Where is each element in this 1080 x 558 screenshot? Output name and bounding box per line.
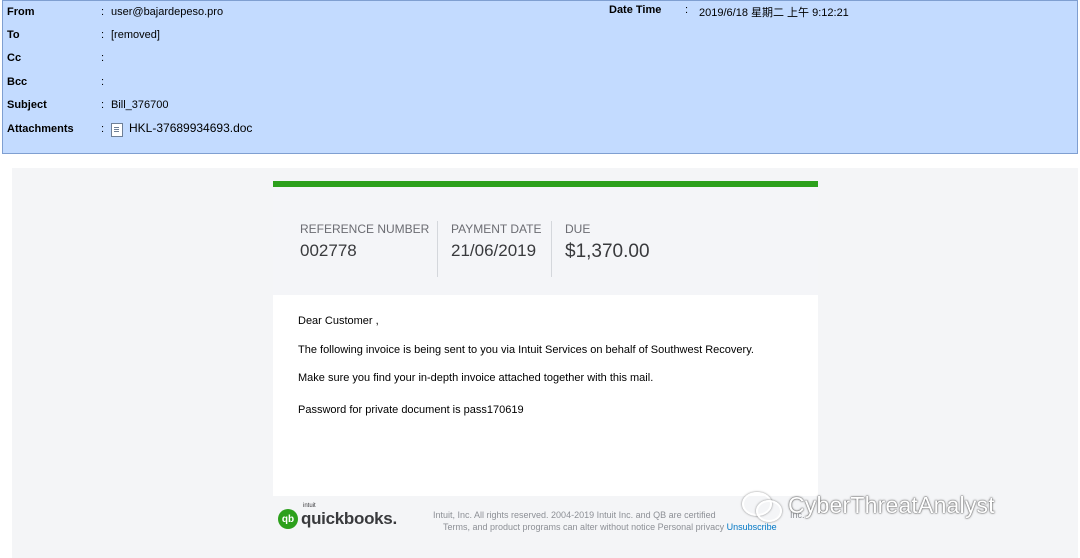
to-label: To xyxy=(7,29,20,41)
legal-line-1: Intuit, Inc. All rights reserved. 2004-2… xyxy=(433,510,716,520)
payment-date-value: 21/06/2019 xyxy=(451,241,537,260)
cc-label: Cc xyxy=(7,52,22,64)
summary-divider xyxy=(551,221,552,277)
legal-line-2: Terms, and product programs can alter wi… xyxy=(443,522,777,532)
summary-divider xyxy=(437,221,438,277)
quickbooks-word: quickbooks. xyxy=(301,509,397,528)
message-password: Password for private document is pass170… xyxy=(298,404,524,416)
cc-colon: : xyxy=(101,52,105,64)
reference-number-block: REFERENCE NUMBER 002778 xyxy=(300,222,429,261)
bcc-label: Bcc xyxy=(7,76,28,88)
payment-date-label: PAYMENT DATE xyxy=(451,222,542,236)
to-colon: : xyxy=(101,29,105,41)
invoice-summary: REFERENCE NUMBER 002778 PAYMENT DATE 21/… xyxy=(273,187,818,295)
date-time-value: 2019/6/18 星期二 上午 9:12:21 xyxy=(699,7,849,19)
unsubscribe-link[interactable]: Unsubscribe xyxy=(727,522,777,532)
watermark-text: CyberThreatAnalyst xyxy=(788,491,995,518)
wechat-icon xyxy=(740,488,784,522)
document-icon xyxy=(111,122,123,137)
attachments-label: Attachments xyxy=(7,123,74,135)
wechat-bubble-small xyxy=(756,500,782,522)
message-greeting: Dear Customer , xyxy=(298,315,379,327)
quickbooks-wordmark: intuit quickbooks. xyxy=(301,503,397,529)
due-label: DUE xyxy=(565,222,591,236)
subject-colon: : xyxy=(101,99,105,111)
subject-value: Bill_376700 xyxy=(111,99,169,111)
to-value[interactable]: [removed] xyxy=(111,29,160,41)
message-line-2: Make sure you find your in-depth invoice… xyxy=(298,372,654,384)
due-block: DUE $1,370.00 xyxy=(565,222,650,263)
date-time-colon: : xyxy=(685,4,689,16)
quickbooks-mark-icon: qb xyxy=(278,509,298,529)
attachment-file[interactable]: HKL-37689934693.doc xyxy=(111,121,252,137)
attachment-filename[interactable]: HKL-37689934693.doc xyxy=(129,121,252,135)
date-time-label: Date Time xyxy=(609,4,662,16)
message-line-1: The following invoice is being sent to y… xyxy=(298,344,754,356)
from-colon: : xyxy=(101,6,105,18)
from-value[interactable]: user@bajardepeso.pro xyxy=(111,6,223,18)
subject-label: Subject xyxy=(7,99,47,111)
attachments-colon: : xyxy=(101,123,105,135)
from-label: From xyxy=(7,6,35,18)
quickbooks-logo: qb intuit quickbooks. xyxy=(278,503,397,529)
email-header: From : user@bajardepeso.pro To : [remove… xyxy=(2,0,1078,154)
bcc-colon: : xyxy=(101,76,105,88)
due-value: $1,370.00 xyxy=(565,241,650,262)
watermark: CyberThreatAnalyst xyxy=(740,488,995,522)
reference-number-label: REFERENCE NUMBER xyxy=(300,222,430,236)
legal-line-2-text: Terms, and product programs can alter wi… xyxy=(443,522,725,532)
payment-date-block: PAYMENT DATE 21/06/2019 xyxy=(451,222,541,261)
intuit-label: intuit xyxy=(303,503,316,509)
reference-number-value: 002778 xyxy=(300,241,357,260)
